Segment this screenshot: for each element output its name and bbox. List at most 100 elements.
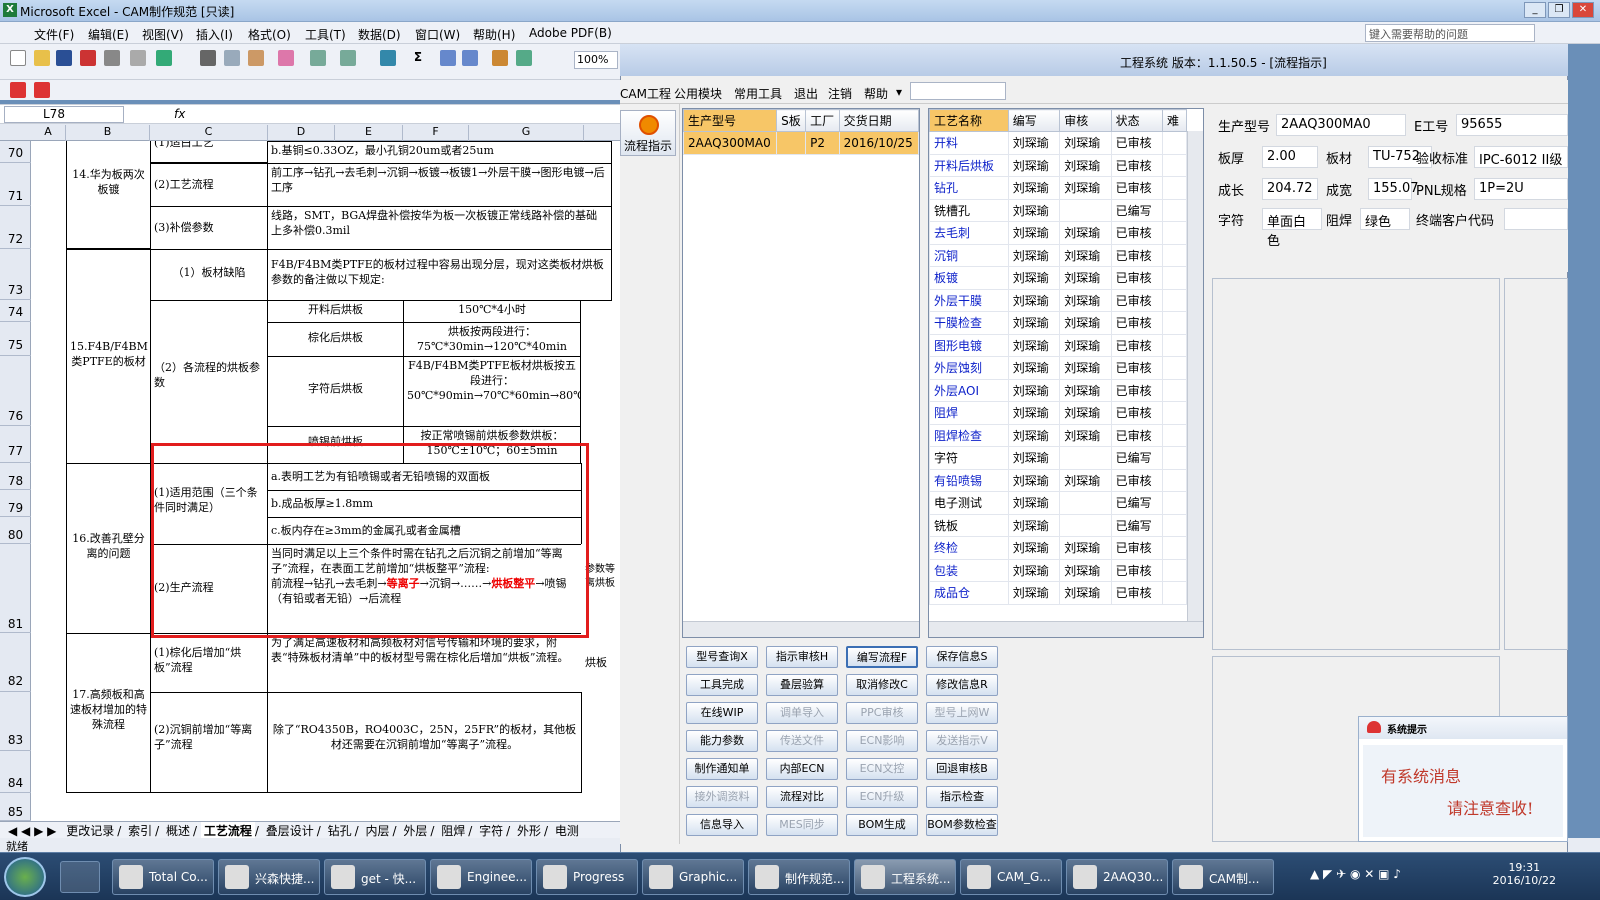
sheet-tab[interactable]: 内层 <box>362 822 392 839</box>
taskbar-item-get[interactable]: get - 快... <box>324 859 426 895</box>
online-wip-button[interactable]: 在线WIP <box>686 702 758 724</box>
column-header[interactable]: A <box>31 125 66 141</box>
sheet-tab[interactable]: 索引 <box>125 822 155 839</box>
cell[interactable]: F4B/F4BM类PTFE的板材过程中容易出现分层，现对这类板材烘板参数的备注做… <box>267 249 612 301</box>
cell[interactable]: (2)沉铜前增加“等离子”流程 <box>150 692 268 793</box>
column-header[interactable]: B <box>66 125 150 141</box>
process-row[interactable]: 外层AOI 刘琛瑜 刘琛瑜 已审核 <box>929 378 1188 402</box>
cell[interactable]: (1)棕化后增加“烘板”流程 <box>150 633 268 693</box>
make-notice-button[interactable]: 制作通知单 <box>686 758 758 780</box>
process-row[interactable]: 外层蚀刻 刘琛瑜 刘琛瑜 已审核 <box>929 356 1188 380</box>
process-row[interactable]: 去毛刺 刘琛瑜 刘琛瑜 已审核 <box>929 221 1188 245</box>
menu-data[interactable]: 数据(D) <box>358 26 401 43</box>
process-row[interactable]: 包装 刘琛瑜 刘琛瑜 已审核 <box>929 558 1188 582</box>
bom-check-button[interactable]: BOM参数检查 <box>926 814 998 836</box>
column-header[interactable]: D <box>268 125 335 141</box>
sheet-tab[interactable]: 外形 <box>514 822 544 839</box>
paste-icon[interactable] <box>248 50 264 66</box>
column-header[interactable]: E <box>335 125 403 141</box>
open-icon[interactable] <box>34 50 50 66</box>
taskbar-item-total-commander[interactable]: Total Co... <box>112 859 214 895</box>
row-header[interactable]: 72 <box>0 206 31 249</box>
process-header[interactable]: 状态 <box>1110 109 1163 132</box>
customer-code-field[interactable] <box>1504 208 1568 230</box>
restore-button[interactable]: ❐ <box>1548 2 1570 18</box>
menu-tools[interactable]: 工具(T) <box>305 26 346 43</box>
indicator-check-button[interactable]: 指示检查 <box>926 786 998 808</box>
name-box[interactable]: L78 <box>4 106 124 123</box>
drawing-icon[interactable] <box>516 50 532 66</box>
hyperlink-icon[interactable] <box>380 50 396 66</box>
cell[interactable]: 16.改善孔壁分离的问题 <box>66 463 151 634</box>
fx-icon[interactable]: fx <box>174 107 185 121</box>
save-icon[interactable] <box>56 50 72 66</box>
taskbar-item-graphic[interactable]: Graphic... <box>642 859 744 895</box>
process-row[interactable]: 外层干膜 刘琛瑜 刘琛瑜 已审核 <box>929 288 1188 312</box>
process-row[interactable]: 有铅喷锡 刘琛瑜 刘琛瑜 已审核 <box>929 468 1188 492</box>
row-header[interactable]: 77 <box>0 426 31 463</box>
taskbar-item-excel-2aaq[interactable]: 2AAQ30... <box>1066 859 1168 895</box>
spelling-icon[interactable] <box>156 50 172 66</box>
format-painter-icon[interactable] <box>278 50 294 66</box>
row-header[interactable]: 78 <box>0 463 31 490</box>
clock[interactable]: 19:31 2016/10/22 <box>1493 861 1556 887</box>
process-header[interactable]: 难 <box>1161 109 1188 132</box>
orders-header[interactable]: 工厂 <box>805 109 840 132</box>
process-header[interactable]: 工艺名称 <box>929 109 1009 132</box>
row-header[interactable]: 85 <box>0 793 31 821</box>
process-row[interactable]: 钻孔 刘琛瑜 刘琛瑜 已审核 <box>929 176 1188 200</box>
cam-menu-item[interactable]: 帮助 <box>864 85 888 102</box>
cam-menu-item[interactable]: 注销 <box>828 85 852 102</box>
model-upload-button[interactable]: 型号上网W <box>926 702 998 724</box>
orders-header[interactable]: S板 <box>776 109 807 132</box>
permission-icon[interactable] <box>80 50 96 66</box>
cell[interactable]: 除了“RO4350B，RO4003C，25N，25FR”的板材，其他板材还需要在… <box>267 692 582 793</box>
column-header[interactable]: F <box>403 125 469 141</box>
menu-window[interactable]: 窗口(W) <box>415 26 460 43</box>
sheet-tab[interactable]: 电测 <box>552 822 582 839</box>
process-row[interactable]: 图形电镀 刘琛瑜 刘琛瑜 已审核 <box>929 333 1188 357</box>
orders-header[interactable]: 生产型号 <box>682 109 778 132</box>
sheet-tab[interactable]: 叠层设计 <box>263 822 317 839</box>
cell[interactable]: 15.F4B/F4BM类PTFE的板材 <box>66 249 151 464</box>
edit-info-button[interactable]: 修改信息R <box>926 674 998 696</box>
pdf-convert-icon[interactable] <box>10 82 26 98</box>
undo-icon[interactable] <box>310 50 326 66</box>
menu-view[interactable]: 视图(V) <box>142 26 184 43</box>
row-header[interactable]: 79 <box>0 490 31 517</box>
process-vscrollbar[interactable] <box>1187 131 1203 621</box>
process-row[interactable]: 字符 刘琛瑜 已编写 <box>929 446 1188 470</box>
bom-generate-button[interactable]: BOM生成 <box>846 814 918 836</box>
flow-indicator-button[interactable]: 流程指示 <box>620 110 676 156</box>
tab-nav-icon[interactable]: ◀ ◀ ▶ ▶ <box>0 824 59 838</box>
taskbar-item-cam-g[interactable]: CAM_G... <box>960 859 1062 895</box>
row-header[interactable]: 76 <box>0 356 31 426</box>
sheet-tab[interactable]: 外层 <box>400 822 430 839</box>
print-icon[interactable] <box>104 50 120 66</box>
minimize-button[interactable]: _ <box>1524 2 1546 18</box>
cell[interactable]: 为了满足高速板材和高频板材对信号传输和环境的要求，附表“特殊板材清单”中的板材型… <box>267 633 582 693</box>
approve-indicator-button[interactable]: 指示审核H <box>766 646 838 668</box>
column-header[interactable]: C <box>150 125 268 141</box>
sheet-tab[interactable]: 字符 <box>476 822 506 839</box>
ecn-upgrade-button[interactable]: ECN升级 <box>846 786 918 808</box>
sheet-tab-active[interactable]: 工艺流程 <box>200 822 255 839</box>
flow-compare-button[interactable]: 流程对比 <box>766 786 838 808</box>
menu-insert[interactable]: 插入(I) <box>196 26 233 43</box>
mes-sync-button[interactable]: MES同步 <box>766 814 838 836</box>
send-indicator-button[interactable]: 发送指示V <box>926 730 998 752</box>
process-header[interactable]: 审核 <box>1059 109 1112 132</box>
row-header[interactable]: 80 <box>0 517 31 544</box>
autosum-icon[interactable]: Σ <box>410 50 426 66</box>
row-header[interactable]: 75 <box>0 322 31 356</box>
rollback-review-button[interactable]: 回退审核B <box>926 758 998 780</box>
cell[interactable]: F4B/F4BM类PTFE板材烘板按五段进行：50℃*90min→70℃*60m… <box>403 356 581 427</box>
cam-menu-item[interactable]: 常用工具 <box>734 85 782 102</box>
taskbar-item-xingsen[interactable]: 兴森快捷... <box>218 859 320 895</box>
start-button[interactable] <box>4 857 46 897</box>
help-search-input[interactable]: 键入需要帮助的问题 <box>1365 24 1535 42</box>
cut-icon[interactable] <box>200 50 216 66</box>
sheet-tab[interactable]: 阻焊 <box>438 822 468 839</box>
process-row[interactable]: 电子测试 刘琛瑜 已编写 <box>929 491 1188 515</box>
redo-icon[interactable] <box>340 50 356 66</box>
